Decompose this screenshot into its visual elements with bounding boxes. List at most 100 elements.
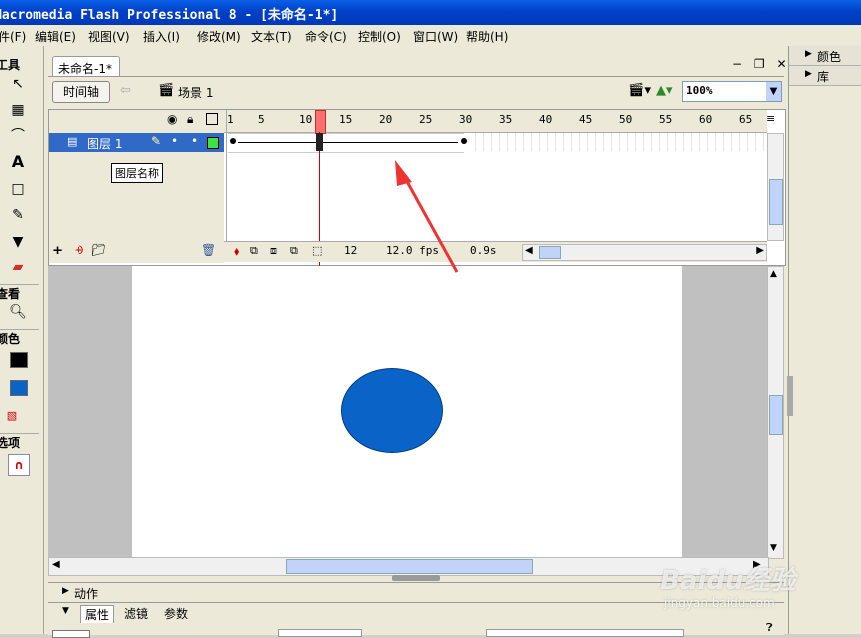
menu-insert[interactable]: 插入(I) (143, 28, 180, 45)
back-arrow-icon[interactable]: ⇦ (120, 83, 131, 98)
timeline-vscrollbar[interactable] (767, 133, 784, 241)
timeline-vscroll-thumb[interactable] (769, 179, 783, 225)
scroll-left-icon[interactable]: ◀ (52, 559, 60, 570)
options-header: 选项 (0, 433, 39, 451)
expand-arrow-icon: ▶ (62, 586, 69, 596)
panel-collapse-handle[interactable] (392, 575, 440, 581)
fill-color-swatch[interactable] (10, 380, 28, 396)
edit-multiple-icon[interactable]: ⧉ (290, 244, 298, 258)
menu-edit[interactable]: 编辑(E) (35, 28, 76, 45)
lasso-tool-icon[interactable]: ⌒ (8, 126, 28, 146)
start-keyframe[interactable] (230, 138, 236, 144)
watermark: Baidu经验 jingyan.baidu.com (660, 540, 860, 620)
timeline-options-icon[interactable]: ≡ (766, 112, 775, 125)
minimize-icon[interactable]: − (732, 57, 742, 71)
menu-bar: 件(F) 编辑(E) 视图(V) 插入(I) 修改(M) 文本(T) 命令(C)… (0, 25, 861, 47)
edit-bar: 时间轴 ⇦ 🎬︎ 场景 1 🎬︎▾ ▲▾ 100% ▼ (48, 76, 784, 107)
frame-track[interactable] (228, 133, 767, 153)
onion-markers-icon[interactable]: ⬚ (312, 244, 322, 257)
frame-ruler[interactable]: 1 5 10 15 20 25 30 35 40 45 50 55 60 65 (224, 110, 767, 133)
close-icon[interactable]: ✕ (776, 57, 786, 71)
dock-splitter[interactable] (787, 376, 793, 416)
lock-icon[interactable]: 🔒︎ (187, 112, 193, 127)
timeline-toggle-button[interactable]: 时间轴 (52, 81, 110, 103)
menu-window[interactable]: 窗口(W) (413, 28, 458, 45)
tools-panel: 工具 ↖ ▦ ⌒ A □ ✎ ▼ ▰ 查看 🔍︎ 颜色 ▧ 选项 ∩ (0, 46, 44, 634)
timeline-divider (226, 110, 227, 241)
timeline-status-bar: ⬧ ⧉ ⧈ ⧉ ⬚ 12 12.0 fps 0.9s ◀ ▶ (224, 241, 767, 262)
stage-vscroll-thumb[interactable] (769, 395, 783, 435)
zoom-select[interactable]: 100% ▼ (682, 81, 782, 102)
zoom-tool-icon[interactable]: 🔍︎ (8, 302, 28, 322)
arrow-tool-icon[interactable]: ↖ (8, 74, 28, 94)
ruler-tick: 65 (739, 113, 753, 126)
layer-name-tooltip: 图层名称 (111, 163, 163, 183)
scroll-left-icon[interactable]: ◀ (525, 245, 533, 256)
playhead[interactable] (315, 110, 326, 134)
menu-modify[interactable]: 修改(M) (197, 28, 241, 45)
scroll-right-icon[interactable]: ▶ (756, 245, 764, 256)
tab-properties[interactable]: 属性 (80, 605, 115, 623)
add-motion-guide-icon[interactable]: ⨮ (75, 243, 83, 258)
menu-file[interactable]: 件(F) (0, 28, 26, 45)
library-panel-header[interactable]: ▶ 库 (789, 66, 861, 86)
add-folder-icon[interactable]: 📁︎ (91, 243, 106, 257)
stroke-color-swatch[interactable] (10, 352, 28, 368)
menu-help[interactable]: 帮助(H) (466, 28, 508, 45)
current-frame: 12 (344, 244, 358, 259)
document-tab[interactable]: 未命名-1* (52, 56, 120, 77)
props-field[interactable] (52, 630, 90, 638)
tween-arrow-line (238, 142, 458, 143)
current-frame-marker (316, 133, 323, 151)
center-frame-icon[interactable]: ⬧ (234, 244, 239, 259)
menu-text[interactable]: 文本(T) (251, 28, 292, 45)
ruler-tick: 40 (539, 113, 553, 126)
eye-icon[interactable]: ◉ (167, 112, 177, 126)
help-icon[interactable]: ❓︎ (766, 621, 773, 635)
stage-vscrollbar[interactable]: ▲ ▼ (767, 266, 784, 559)
restore-icon[interactable]: ❐ (754, 57, 765, 71)
color-panel-header[interactable]: ▶ 颜色 (789, 46, 861, 66)
tab-parameters[interactable]: 参数 (164, 605, 188, 622)
menu-control[interactable]: 控制(O) (358, 28, 401, 45)
tab-filters[interactable]: 滤镜 (124, 605, 148, 622)
edit-scene-icon[interactable]: 🎬︎▾ (628, 83, 651, 98)
rectangle-tool-icon[interactable]: □ (8, 179, 28, 199)
eraser-tool-icon[interactable]: ▰ (8, 257, 28, 277)
collapse-arrow-icon[interactable]: ▼ (62, 606, 69, 616)
timeline-hscroll-thumb[interactable] (539, 246, 561, 259)
ruler-tick: 45 (579, 113, 593, 126)
watermark-url: jingyan.baidu.com (664, 596, 775, 610)
text-tool-icon[interactable]: A (8, 152, 28, 172)
lock-dot[interactable]: • (191, 134, 198, 148)
timeline-hscrollbar[interactable]: ◀ ▶ (522, 244, 767, 261)
visibility-dot[interactable]: • (171, 134, 178, 148)
frame-rate: 12.0 fps (386, 244, 439, 259)
outline-icon[interactable] (206, 113, 218, 125)
transform-tool-icon[interactable]: ▦ (8, 100, 28, 120)
paint-bucket-icon[interactable]: ▼ (8, 232, 28, 252)
swap-colors-icon[interactable]: ▧ (2, 406, 22, 426)
layer-row[interactable]: ▤ 图层 1 ✎ • • (49, 133, 224, 152)
snap-magnet-icon[interactable]: ∩ (8, 454, 30, 476)
actions-label: 动作 (74, 587, 99, 601)
color-panel-label: 颜色 (817, 50, 842, 64)
ruler-tick: 20 (379, 113, 393, 126)
props-input[interactable] (486, 629, 684, 637)
props-input[interactable] (278, 629, 362, 637)
end-keyframe[interactable] (461, 138, 467, 144)
brush-tool-icon[interactable]: ✎ (8, 205, 28, 225)
scroll-up-icon[interactable]: ▲ (770, 269, 777, 279)
add-layer-icon[interactable]: ➕︎ (53, 243, 62, 258)
edit-symbols-icon[interactable]: ▲▾ (656, 83, 673, 98)
delete-layer-icon[interactable]: 🗑︎ (201, 243, 216, 257)
stage-hscroll-thumb[interactable] (286, 559, 533, 574)
scene-label: 场景 1 (178, 86, 214, 100)
layer-outline-color[interactable] (207, 137, 219, 149)
blue-ellipse-shape[interactable] (341, 368, 443, 453)
chevron-down-icon[interactable]: ▼ (766, 82, 781, 101)
menu-commands[interactable]: 命令(C) (305, 28, 347, 45)
menu-view[interactable]: 视图(V) (88, 28, 130, 45)
onion-skin-icon[interactable]: ⧉ (250, 244, 258, 258)
onion-outline-icon[interactable]: ⧈ (270, 244, 277, 258)
